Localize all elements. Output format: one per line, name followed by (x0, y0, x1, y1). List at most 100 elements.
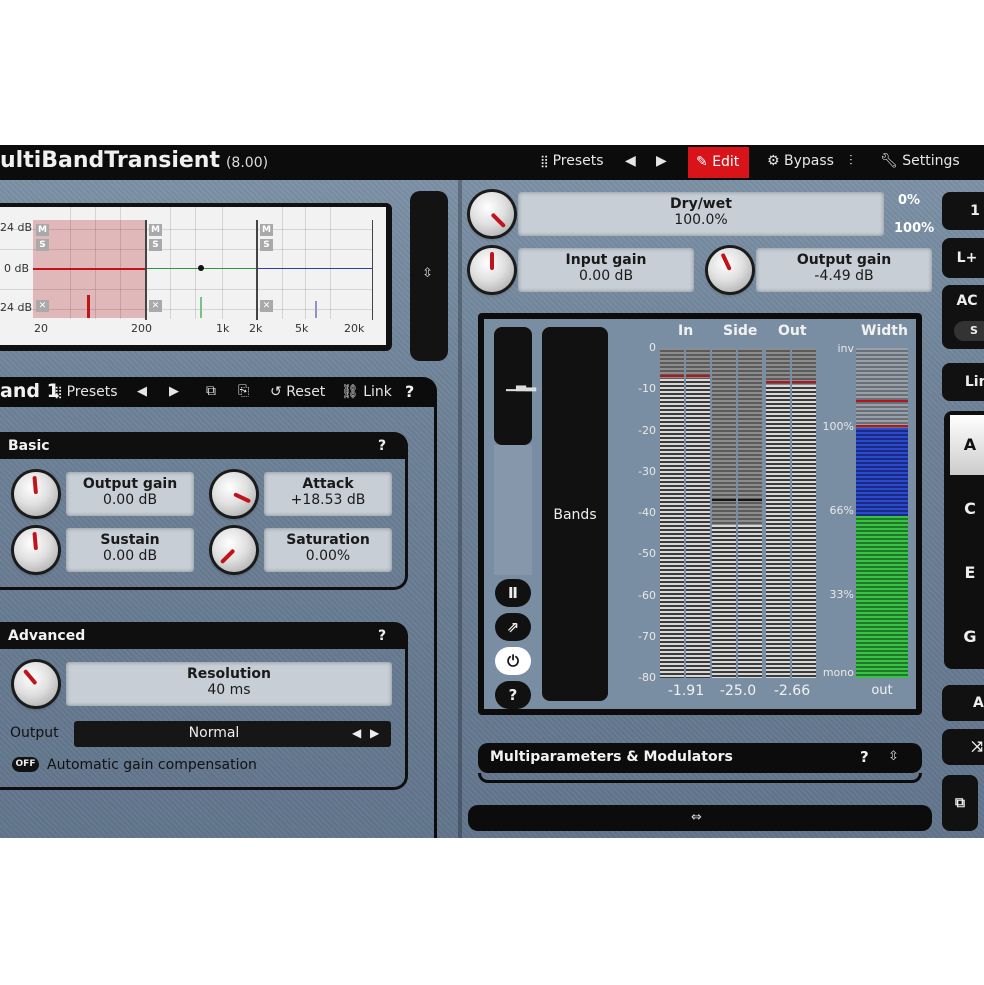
basic-title: Basic (8, 438, 50, 454)
band-3-side-button[interactable]: S (260, 239, 273, 251)
band-3-mid-button[interactable]: M (260, 224, 273, 236)
db-label-zero: 0 dB (4, 262, 30, 275)
band-3-close-icon[interactable]: ✕ (260, 300, 273, 312)
width-green (856, 516, 908, 678)
band-1-close-icon[interactable]: ✕ (36, 300, 49, 312)
multiparams-help-button[interactable]: ? (860, 748, 869, 766)
db-tick: -50 (638, 547, 656, 561)
edit-label: Edit (712, 154, 740, 170)
divider (458, 180, 462, 838)
resolution-knob[interactable] (14, 662, 58, 706)
mixer-icon[interactable]: ⫶ (849, 153, 853, 169)
db-tick: -10 (638, 382, 656, 396)
reset-button[interactable]: ↺ Reset (270, 384, 325, 400)
shuffle-icon[interactable]: ⤨ (942, 729, 984, 765)
expand-icon[interactable]: ⇳ (888, 749, 899, 764)
eq-expand-button[interactable]: ⇳ (410, 191, 448, 361)
freq-label-1k: 1k (216, 322, 230, 335)
advanced-help-button[interactable]: ? (378, 628, 386, 644)
meter-side (712, 348, 764, 678)
band-2-close-icon[interactable]: ✕ (149, 300, 162, 312)
width-blue (856, 428, 908, 516)
resolution-display[interactable]: Resolution 40 ms (66, 662, 392, 706)
output-gain-label: Output gain (82, 476, 178, 492)
input-gain-display[interactable]: Input gain 0.00 dB (518, 248, 694, 292)
right-item-lim[interactable]: Lim (942, 363, 984, 401)
bottom-expand-button[interactable]: ⇔ (468, 805, 932, 831)
drywet-display[interactable]: Dry/wet 100.0% (518, 192, 884, 236)
right-item-1[interactable]: 1 (942, 192, 984, 230)
input-gain-value: 0.00 dB (578, 268, 634, 284)
knob-indicator (32, 531, 38, 551)
snapshot-c-button[interactable]: C (950, 479, 984, 539)
presets-button[interactable]: ⣿ Presets (540, 153, 604, 169)
basic-help-button[interactable]: ? (378, 438, 386, 454)
attack-knob[interactable] (212, 472, 256, 516)
ac-s-toggle[interactable]: S (954, 321, 984, 341)
meters-help-button[interactable]: ? (495, 681, 531, 709)
copy-icon[interactable]: ⧉ (206, 383, 216, 399)
output-mode-select[interactable]: Normal ◀ ▶ (74, 721, 391, 747)
band-help-button[interactable]: ? (405, 382, 414, 401)
sustain-display[interactable]: Sustain 0.00 dB (66, 528, 194, 572)
multiparams-bar[interactable]: Multiparameters & Modulators ? ⇳ (478, 743, 922, 773)
power-button[interactable]: ⏻ (495, 647, 531, 675)
meter-level-bar (712, 525, 736, 678)
prev-preset-icon[interactable]: ◀ (625, 153, 636, 169)
agc-toggle[interactable]: OFF (12, 757, 39, 772)
band-split-2[interactable] (256, 220, 258, 320)
popout-button[interactable]: ⇗ (495, 613, 531, 641)
pencil-icon: ✎ (696, 154, 713, 170)
settings-label: Settings (902, 153, 960, 169)
grid-icon: ⣿ (540, 154, 553, 168)
output-gain-knob[interactable] (14, 472, 58, 516)
band-prev-icon[interactable]: ◀ (137, 384, 147, 399)
meter-width-value: out (871, 683, 893, 698)
meter-level-bar (738, 525, 762, 678)
saturation-label: Saturation (286, 532, 370, 548)
eq-graph[interactable]: M S M S M S ✕ ✕ ✕ 24 dB 0 dB 24 dB 20 20… (0, 207, 386, 345)
saturation-knob[interactable] (212, 528, 256, 572)
sustain-knob[interactable] (14, 528, 58, 572)
band-2-side-button[interactable]: S (149, 239, 162, 251)
eq-node[interactable] (198, 265, 204, 271)
snapshot-e-button[interactable]: E (950, 543, 984, 603)
output-gain-global-knob[interactable] (708, 248, 752, 292)
edit-button[interactable]: ✎ Edit (688, 147, 750, 178)
width-tick-33: 33% (829, 588, 854, 601)
band-1-mid-button[interactable]: M (36, 224, 49, 236)
band-2-mid-button[interactable]: M (149, 224, 162, 236)
band-1-side-button[interactable]: S (36, 239, 49, 251)
output-mode-value: Normal (188, 725, 240, 741)
copy-snapshot-icon[interactable]: ⧉ (942, 775, 978, 831)
spectrum-button[interactable]: ▁▃▂ (494, 327, 536, 445)
right-item-ac[interactable]: AC S (942, 285, 984, 349)
link-button[interactable]: ⛓ Link (341, 384, 392, 400)
settings-button[interactable]: 🔧︎ Settings (880, 153, 960, 169)
knob-indicator (490, 252, 494, 270)
bypass-button[interactable]: ⚙ Bypass (767, 153, 834, 169)
band-split-1[interactable] (145, 220, 147, 320)
attack-display[interactable]: Attack +18.53 dB (264, 472, 392, 516)
drywet-knob[interactable] (470, 192, 514, 236)
input-gain-knob[interactable] (470, 248, 514, 292)
width-tick-66: 66% (829, 504, 854, 517)
next-preset-icon[interactable]: ▶ (656, 153, 667, 169)
meter-in-value: -1.91 (667, 683, 705, 699)
saturation-display[interactable]: Saturation 0.00% (264, 528, 392, 572)
paste-icon[interactable]: ⎘ (238, 383, 249, 399)
band-next-icon[interactable]: ▶ (169, 384, 179, 399)
output-gain-display[interactable]: Output gain 0.00 dB (66, 472, 194, 516)
band-presets-button[interactable]: ⣿ Presets (54, 384, 118, 400)
snapshot-a-button[interactable]: A (950, 415, 984, 475)
snapshot-g-button[interactable]: G (950, 607, 984, 667)
bands-button[interactable]: Bands (542, 327, 608, 701)
output-next-icon[interactable]: ▶ (370, 726, 379, 740)
knob-indicator (32, 475, 38, 495)
db-label-top: 24 dB (0, 221, 33, 234)
right-item-ab[interactable]: A/ (942, 685, 984, 721)
output-gain-global-display[interactable]: Output gain -4.49 dB (756, 248, 932, 292)
right-item-lplus[interactable]: L+ (942, 238, 984, 278)
pause-button[interactable]: Ⅱ (495, 579, 531, 607)
output-prev-icon[interactable]: ◀ (352, 726, 361, 740)
